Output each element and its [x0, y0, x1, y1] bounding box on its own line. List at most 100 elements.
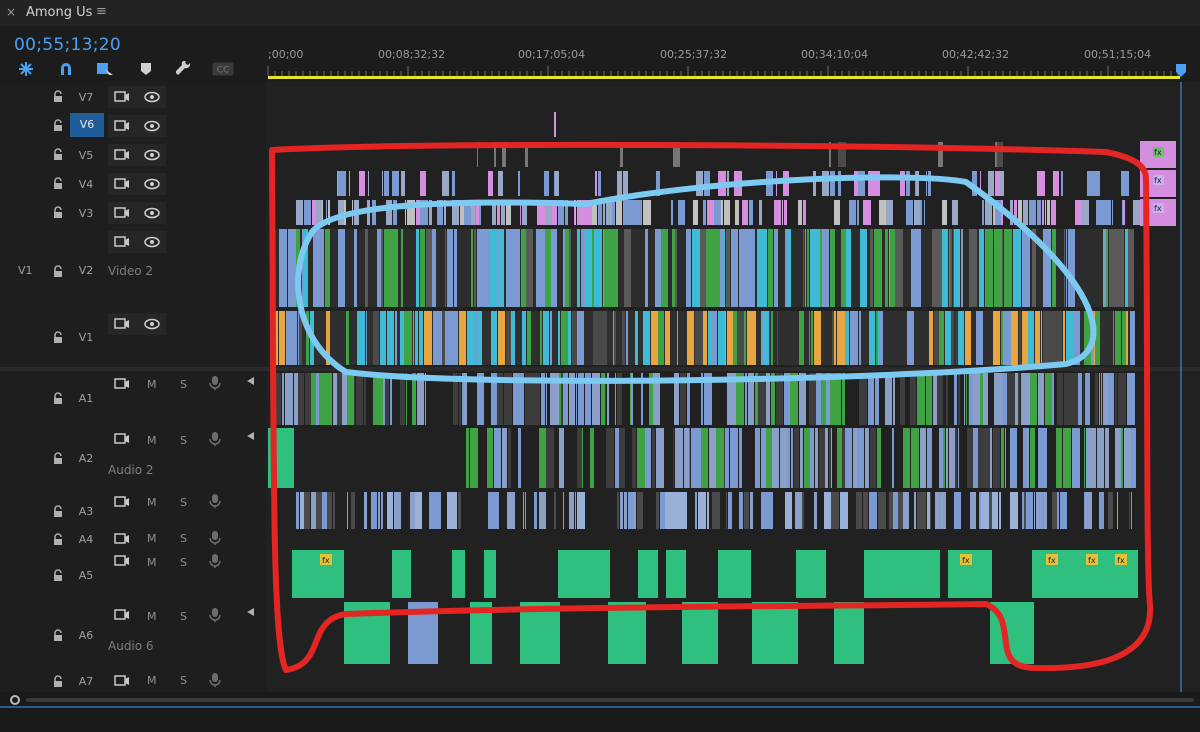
clip[interactable]: [1087, 171, 1093, 196]
clip[interactable]: [747, 311, 752, 365]
clip[interactable]: [900, 373, 905, 425]
clip[interactable]: [766, 428, 772, 488]
clip[interactable]: [766, 492, 773, 529]
clip[interactable]: [739, 428, 742, 488]
clip[interactable]: [982, 200, 984, 225]
clip[interactable]: [895, 229, 903, 307]
track-header-a4[interactable]: A4 M S: [0, 530, 266, 549]
clip[interactable]: [954, 229, 960, 307]
clip[interactable]: [794, 428, 799, 488]
clip[interactable]: [1117, 492, 1118, 529]
sync-lock-icon[interactable]: [114, 608, 130, 622]
clip[interactable]: [826, 373, 830, 425]
clip[interactable]: [643, 200, 651, 225]
clip[interactable]: [612, 229, 618, 307]
clip[interactable]: [877, 428, 881, 488]
clip[interactable]: [1128, 229, 1134, 307]
clip[interactable]: [404, 311, 412, 365]
clip[interactable]: [810, 229, 814, 307]
clip[interactable]: [943, 428, 945, 488]
clip[interactable]: [929, 311, 933, 365]
clip[interactable]: [623, 200, 631, 225]
clip[interactable]: [845, 311, 849, 365]
clip[interactable]: [387, 311, 388, 365]
clip[interactable]: [338, 229, 345, 307]
clip[interactable]: [475, 311, 478, 365]
clip[interactable]: [903, 492, 909, 529]
clip[interactable]: [889, 229, 890, 307]
clip[interactable]: [757, 229, 762, 307]
clip[interactable]: [799, 311, 804, 365]
clip[interactable]: [563, 229, 565, 307]
clip[interactable]: [279, 229, 287, 307]
clip[interactable]: [395, 311, 397, 365]
clip[interactable]: [772, 428, 779, 488]
track-header-a3[interactable]: A3 M S: [0, 490, 266, 531]
clip[interactable]: [617, 492, 619, 529]
clip[interactable]: [879, 311, 883, 365]
clip[interactable]: [1121, 171, 1129, 196]
clip[interactable]: [879, 200, 886, 225]
clip[interactable]: [830, 373, 834, 425]
clip[interactable]: [1024, 492, 1026, 529]
clip[interactable]: [747, 229, 755, 307]
eye-icon[interactable]: [144, 90, 160, 104]
clip[interactable]: [498, 229, 499, 307]
microphone-icon[interactable]: [207, 531, 223, 545]
clip[interactable]: [814, 311, 821, 365]
clip[interactable]: [1052, 492, 1057, 529]
clip[interactable]: [471, 229, 473, 307]
clip[interactable]: [842, 428, 844, 488]
clip[interactable]: [364, 373, 366, 425]
clip[interactable]: [1030, 200, 1036, 225]
clip[interactable]: [771, 311, 773, 365]
clip[interactable]: [1005, 428, 1006, 488]
clip[interactable]: [527, 311, 531, 365]
clip[interactable]: [837, 311, 845, 365]
clip[interactable]: [870, 229, 873, 307]
clip[interactable]: [1131, 428, 1136, 488]
clip[interactable]: [1099, 492, 1104, 529]
clip[interactable]: [655, 229, 660, 307]
clip[interactable]: [354, 229, 357, 307]
sync-lock-icon[interactable]: [114, 148, 130, 162]
clip[interactable]: [565, 229, 569, 307]
clip[interactable]: [508, 428, 511, 488]
clip[interactable]: [634, 200, 642, 225]
clip[interactable]: [814, 229, 820, 307]
clip[interactable]: [869, 492, 876, 529]
clip[interactable]: [820, 229, 822, 307]
clip[interactable]: [539, 428, 546, 488]
clip[interactable]: [964, 373, 965, 425]
clip[interactable]: [969, 373, 973, 425]
clip[interactable]: [442, 311, 445, 365]
clip[interactable]: [454, 229, 457, 307]
clip[interactable]: [333, 492, 335, 529]
clip[interactable]: [1075, 200, 1082, 225]
clip[interactable]: [604, 229, 612, 307]
clip[interactable]: [1030, 428, 1035, 488]
sync-lock-icon[interactable]: [114, 377, 130, 391]
clip[interactable]: [712, 229, 720, 307]
clip[interactable]: [1068, 229, 1075, 307]
clip[interactable]: [906, 200, 913, 225]
clip[interactable]: [885, 229, 888, 307]
clip[interactable]: [1101, 373, 1102, 425]
clip[interactable]: [622, 311, 625, 365]
clip[interactable]: [1034, 492, 1035, 529]
clip[interactable]: [1028, 311, 1034, 365]
clip[interactable]: [506, 311, 511, 365]
clip[interactable]: [401, 171, 405, 196]
clip[interactable]: [288, 229, 296, 307]
clip[interactable]: [478, 311, 482, 365]
track-header-v7[interactable]: V7: [0, 82, 266, 112]
lock-icon[interactable]: [52, 177, 64, 189]
clip[interactable]: [518, 171, 520, 196]
clip[interactable]: [700, 229, 706, 307]
track-name-targeted[interactable]: V6: [70, 113, 104, 137]
clip[interactable]: [452, 171, 455, 196]
clip[interactable]: [969, 229, 977, 307]
clip[interactable]: [387, 492, 393, 529]
clip[interactable]: [726, 229, 730, 307]
clip[interactable]: [796, 550, 826, 598]
